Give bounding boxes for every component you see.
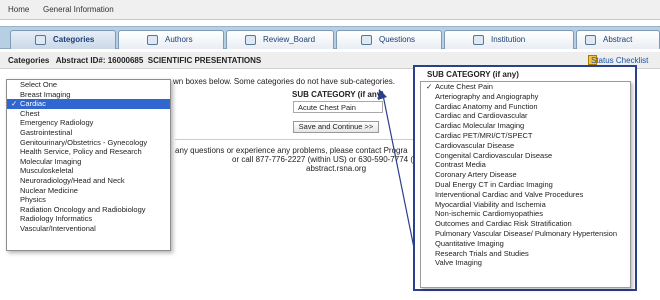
arrowhead-icon — [378, 89, 387, 100]
arrow-line — [382, 94, 415, 249]
callout-arrow — [378, 89, 415, 249]
